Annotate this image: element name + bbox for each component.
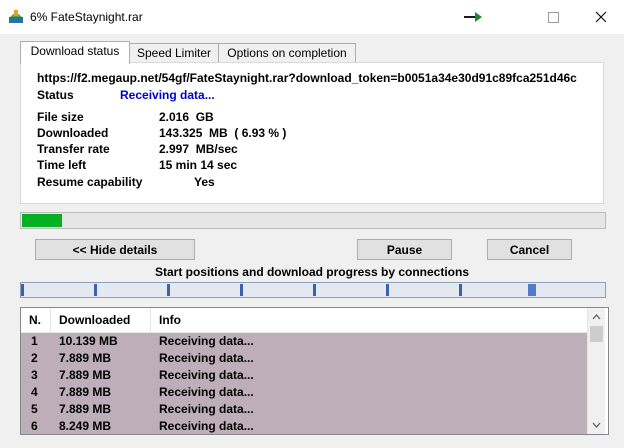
time-left-label: Time left: [37, 158, 87, 172]
row-info: Receiving data...: [159, 402, 254, 416]
tab-options-on-completion[interactable]: Options on completion: [218, 43, 356, 63]
scroll-up-button[interactable]: [588, 308, 605, 325]
download-url: https://f2.megaup.net/54gf/FateStaynight…: [37, 71, 577, 85]
transfer-rate-value: 2.997 MB/sec: [159, 142, 238, 156]
minimize-arrow-icon: [464, 12, 482, 22]
connection-start-marker: [94, 284, 97, 296]
transfer-rate-label: Transfer rate: [37, 142, 110, 156]
chevron-up-icon: [592, 313, 601, 319]
download-status-panel: https://f2.megaup.net/54gf/FateStaynight…: [20, 62, 604, 204]
idm-download-icon: [9, 10, 23, 23]
list-row[interactable]: 5 7.889 MB Receiving data...: [21, 401, 587, 418]
minimize-button[interactable]: [450, 0, 496, 34]
window-edge: [624, 34, 633, 448]
connection-progress-head: [528, 284, 536, 296]
connection-start-marker: [240, 284, 243, 296]
window-title: 6% FateStaynight.rar: [30, 10, 143, 24]
list-header: N. Downloaded Info: [21, 308, 587, 333]
downloaded-label: Downloaded: [37, 126, 109, 140]
resume-capability-value: Yes: [194, 175, 215, 189]
row-number: 2: [31, 351, 38, 365]
tab-download-status[interactable]: Download status: [20, 41, 130, 64]
row-downloaded: 7.889 MB: [59, 368, 112, 382]
row-info: Receiving data...: [159, 368, 254, 382]
row-downloaded: 7.889 MB: [59, 402, 112, 416]
list-row[interactable]: 4 7.889 MB Receiving data...: [21, 384, 587, 401]
row-downloaded: 7.889 MB: [59, 351, 112, 365]
resume-capability-label: Resume capability: [37, 175, 143, 189]
column-header-number[interactable]: N.: [21, 308, 51, 332]
row-info: Receiving data...: [159, 351, 254, 365]
connections-title: Start positions and download progress by…: [154, 265, 470, 279]
connection-start-marker: [21, 284, 24, 296]
connections-list: N. Downloaded Info 1 10.139 MB Receiving…: [20, 307, 609, 435]
scroll-down-button[interactable]: [588, 416, 605, 433]
progress-fill: [22, 214, 62, 227]
connection-start-marker: [313, 284, 316, 296]
hide-details-button[interactable]: << Hide details: [35, 239, 195, 260]
row-number: 4: [31, 385, 38, 399]
connection-start-marker: [459, 284, 462, 296]
row-number: 6: [31, 419, 38, 433]
tab-speed-limiter[interactable]: Speed Limiter: [129, 43, 219, 63]
file-size-value: 2.016 GB: [159, 110, 214, 124]
chevron-down-icon: [592, 422, 601, 428]
row-info: Receiving data...: [159, 385, 254, 399]
connection-start-marker: [386, 284, 389, 296]
list-rows: 1 10.139 MB Receiving data... 2 7.889 MB…: [21, 333, 587, 434]
maximize-button[interactable]: [530, 0, 576, 34]
cancel-button[interactable]: Cancel: [487, 239, 572, 260]
close-icon: [595, 11, 607, 23]
download-progress-bar: [20, 212, 606, 229]
row-downloaded: 10.139 MB: [59, 334, 118, 348]
file-size-label: File size: [37, 110, 84, 124]
scroll-thumb[interactable]: [590, 326, 603, 342]
maximize-icon: [547, 11, 559, 23]
vertical-scrollbar[interactable]: [587, 308, 605, 434]
time-left-value: 15 min 14 sec: [159, 158, 238, 172]
list-row[interactable]: 6 8.249 MB Receiving data...: [21, 418, 587, 434]
row-number: 3: [31, 368, 38, 382]
pause-button[interactable]: Pause: [357, 239, 452, 260]
row-downloaded: 8.249 MB: [59, 419, 112, 433]
list-row[interactable]: 1 10.139 MB Receiving data...: [21, 333, 587, 350]
row-info: Receiving data...: [159, 419, 254, 433]
column-header-downloaded[interactable]: Downloaded: [51, 308, 151, 332]
connection-start-marker: [167, 284, 170, 296]
status-label: Status: [37, 88, 74, 102]
column-header-info[interactable]: Info: [151, 308, 587, 332]
row-info: Receiving data...: [159, 334, 254, 348]
connections-progress-bar: [20, 282, 606, 298]
list-row[interactable]: 2 7.889 MB Receiving data...: [21, 350, 587, 367]
close-button[interactable]: [578, 0, 624, 34]
row-number: 1: [31, 334, 38, 348]
downloaded-value: 143.325 MB ( 6.93 % ): [159, 126, 287, 140]
row-number: 5: [31, 402, 38, 416]
title-bar: 6% FateStaynight.rar: [0, 0, 633, 34]
status-value: Receiving data...: [120, 88, 215, 102]
row-downloaded: 7.889 MB: [59, 385, 112, 399]
list-row[interactable]: 3 7.889 MB Receiving data...: [21, 367, 587, 384]
